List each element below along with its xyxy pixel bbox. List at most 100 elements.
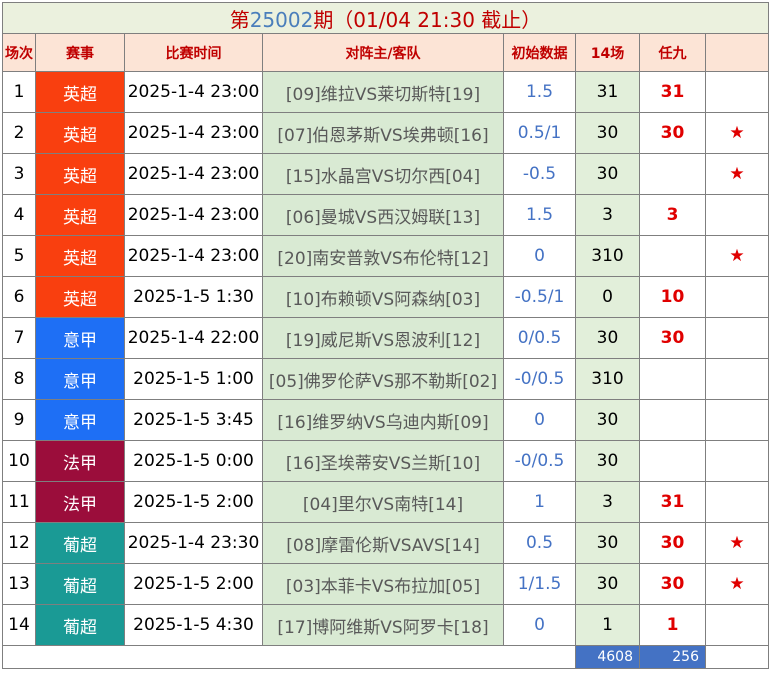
- pick-r9: [639, 235, 706, 277]
- match-teams: [17]博阿维斯VS阿罗卡[18]: [262, 604, 504, 646]
- table-row: 12 葡超 2025-1-4 23:30 [08]摩雷伦斯VSAVS[14] 0.5 30…: [2, 522, 769, 564]
- match-time: 2025-1-5 1:00: [124, 358, 263, 400]
- star-mark: [705, 604, 769, 646]
- match-teams: [05]佛罗伦萨VS那不勒斯[02]: [262, 358, 504, 400]
- league-cell: 英超: [35, 276, 125, 318]
- league-cell: 法甲: [35, 481, 125, 523]
- table-row: 14 葡超 2025-1-5 4:30 [17]博阿维斯VS阿罗卡[18] 0 1 1: [2, 604, 769, 646]
- table-row: 7 意甲 2025-1-4 22:00 [19]威尼斯VS恩波利[12] 0/0.5 30…: [2, 317, 769, 359]
- match-time: 2025-1-5 2:00: [124, 563, 263, 605]
- league-cell: 法甲: [35, 440, 125, 482]
- match-number: 1: [2, 71, 36, 113]
- pick-14: 0: [575, 276, 640, 318]
- match-number: 7: [2, 317, 36, 359]
- initial-odds: 1.5: [503, 194, 576, 236]
- star-mark: [705, 276, 769, 318]
- league-cell: 意甲: [35, 399, 125, 441]
- match-teams: [15]水晶宫VS切尔西[04]: [262, 153, 504, 195]
- lottery-table: 第25002期（01/04 21:30 截止） 场次 赛事 比赛时间 对阵主/客…: [2, 2, 769, 669]
- pick-r9: 30: [639, 563, 706, 605]
- match-time: 2025-1-4 23:30: [124, 522, 263, 564]
- initial-odds: -0/0.5: [503, 358, 576, 400]
- initial-odds: 0.5/1: [503, 112, 576, 154]
- initial-odds: 0: [503, 235, 576, 277]
- pick-r9: 10: [639, 276, 706, 318]
- league-cell: 葡超: [35, 604, 125, 646]
- header-mark: [705, 33, 769, 72]
- pick-r9: 3: [639, 194, 706, 236]
- match-number: 6: [2, 276, 36, 318]
- star-mark: [705, 481, 769, 523]
- table-row: 3 英超 2025-1-4 23:00 [15]水晶宫VS切尔西[04] -0.5 30 ★: [2, 153, 769, 195]
- table-row: 9 意甲 2025-1-5 3:45 [16]维罗纳VS乌迪内斯[09] 0 30: [2, 399, 769, 441]
- header-14: 14场: [575, 33, 640, 72]
- pick-14: 1: [575, 604, 640, 646]
- table-row: 8 意甲 2025-1-5 1:00 [05]佛罗伦萨VS那不勒斯[02] -0/0.5…: [2, 358, 769, 400]
- pick-14: 3: [575, 194, 640, 236]
- match-time: 2025-1-4 23:00: [124, 235, 263, 277]
- league-cell: 英超: [35, 71, 125, 113]
- initial-odds: 1.5: [503, 71, 576, 113]
- pick-14: 30: [575, 317, 640, 359]
- table-row: 1 英超 2025-1-4 23:00 [09]维拉VS莱切斯特[19] 1.5 31 31: [2, 71, 769, 113]
- pick-14: 30: [575, 112, 640, 154]
- header-league: 赛事: [35, 33, 125, 72]
- star-mark: [705, 440, 769, 482]
- match-teams: [16]维罗纳VS乌迪内斯[09]: [262, 399, 504, 441]
- match-teams: [19]威尼斯VS恩波利[12]: [262, 317, 504, 359]
- league-cell: 英超: [35, 112, 125, 154]
- pick-14: 30: [575, 440, 640, 482]
- star-mark: [705, 399, 769, 441]
- league-cell: 英超: [35, 194, 125, 236]
- initial-odds: -0.5/1: [503, 276, 576, 318]
- pick-14: 30: [575, 522, 640, 564]
- footer-row: 4608 256: [2, 645, 769, 669]
- header-match: 对阵主/客队: [262, 33, 504, 72]
- header-r9: 任九: [639, 33, 706, 72]
- match-time: 2025-1-4 23:00: [124, 153, 263, 195]
- initial-odds: -0/0.5: [503, 440, 576, 482]
- match-time: 2025-1-4 23:00: [124, 112, 263, 154]
- initial-odds: 0.5: [503, 522, 576, 564]
- pick-14: 3: [575, 481, 640, 523]
- match-number: 8: [2, 358, 36, 400]
- match-number: 5: [2, 235, 36, 277]
- initial-odds: 1/1.5: [503, 563, 576, 605]
- rows-body: 1 英超 2025-1-4 23:00 [09]维拉VS莱切斯特[19] 1.5 31 31…: [2, 71, 769, 646]
- match-number: 12: [2, 522, 36, 564]
- match-number: 13: [2, 563, 36, 605]
- star-mark: ★: [705, 563, 769, 605]
- match-time: 2025-1-5 2:00: [124, 481, 263, 523]
- league-cell: 葡超: [35, 522, 125, 564]
- match-number: 10: [2, 440, 36, 482]
- match-time: 2025-1-4 22:00: [124, 317, 263, 359]
- star-mark: ★: [705, 522, 769, 564]
- league-cell: 英超: [35, 235, 125, 277]
- league-cell: 意甲: [35, 317, 125, 359]
- match-time: 2025-1-4 23:00: [124, 71, 263, 113]
- match-teams: [08]摩雷伦斯VSAVS[14]: [262, 522, 504, 564]
- total-14: 4608: [575, 645, 640, 669]
- match-number: 11: [2, 481, 36, 523]
- footer-empty: [705, 645, 769, 669]
- issue-number: 25002: [249, 7, 314, 32]
- header-init: 初始数据: [503, 33, 576, 72]
- footer-spacer: [2, 645, 576, 669]
- table-row: 11 法甲 2025-1-5 2:00 [04]里尔VS南特[14] 1 3 31: [2, 481, 769, 523]
- match-teams: [09]维拉VS莱切斯特[19]: [262, 71, 504, 113]
- match-number: 2: [2, 112, 36, 154]
- table-row: 10 法甲 2025-1-5 0:00 [16]圣埃蒂安VS兰斯[10] -0/0.5 3…: [2, 440, 769, 482]
- match-teams: [07]伯恩茅斯VS埃弗顿[16]: [262, 112, 504, 154]
- league-cell: 英超: [35, 153, 125, 195]
- match-time: 2025-1-5 4:30: [124, 604, 263, 646]
- table-row: 4 英超 2025-1-4 23:00 [06]曼城VS西汉姆联[13] 1.5 3 3: [2, 194, 769, 236]
- header-row: 场次 赛事 比赛时间 对阵主/客队 初始数据 14场 任九: [2, 33, 769, 72]
- star-mark: [705, 317, 769, 359]
- initial-odds: 0/0.5: [503, 317, 576, 359]
- match-time: 2025-1-5 1:30: [124, 276, 263, 318]
- match-time: 2025-1-5 0:00: [124, 440, 263, 482]
- match-teams: [03]本菲卡VS布拉加[05]: [262, 563, 504, 605]
- initial-odds: 1: [503, 481, 576, 523]
- pick-r9: 30: [639, 522, 706, 564]
- total-r9: 256: [639, 645, 706, 669]
